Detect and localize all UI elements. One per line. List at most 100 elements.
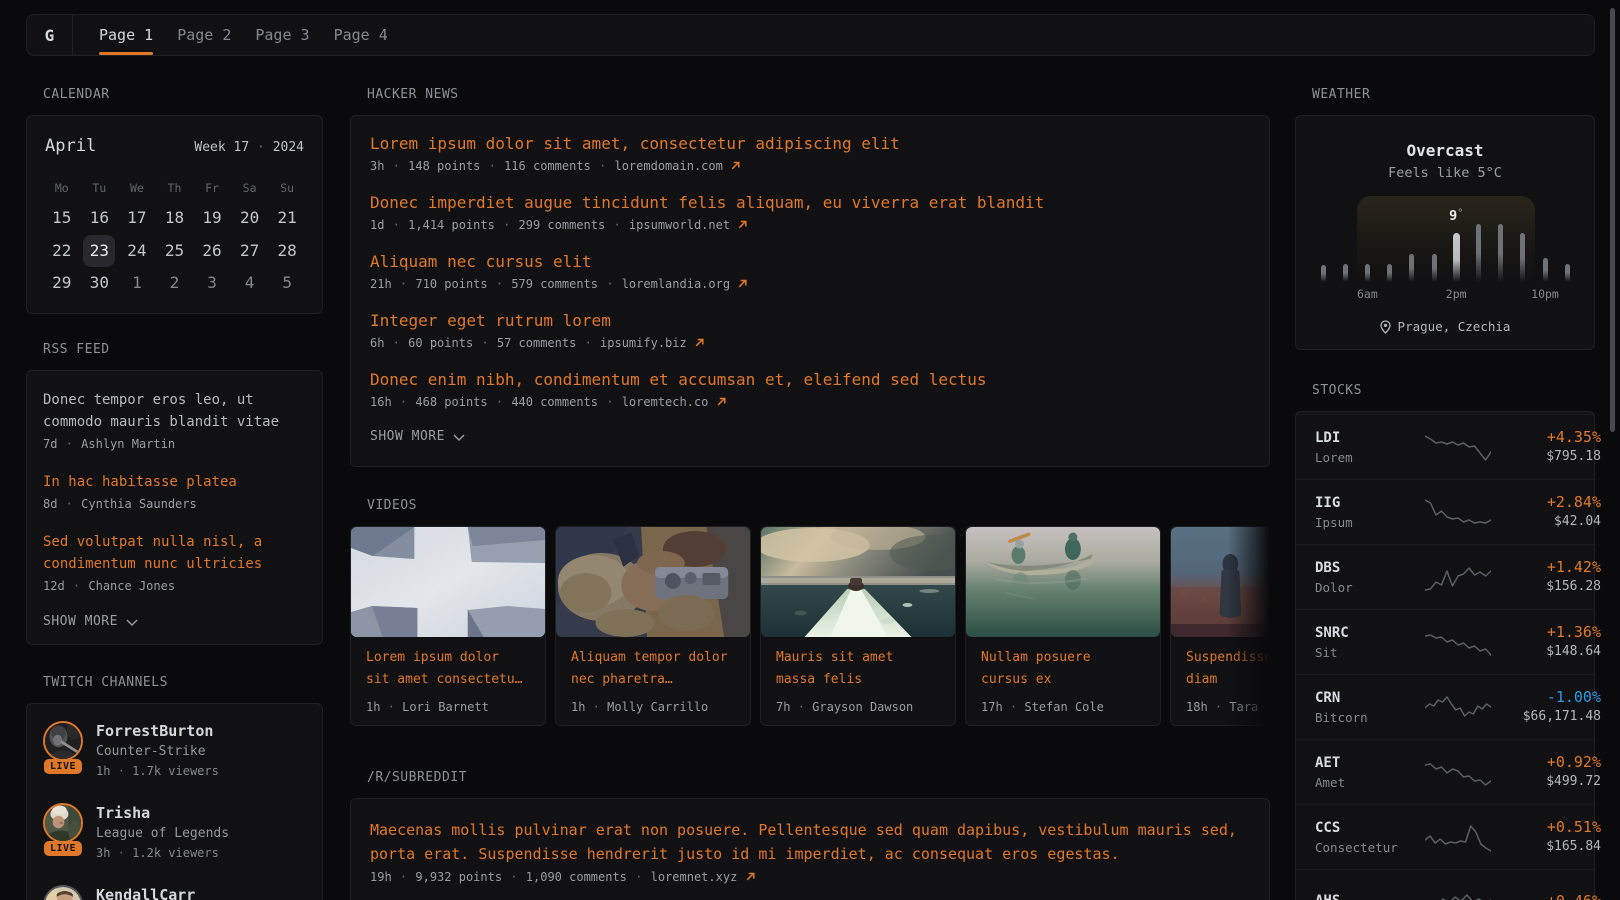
stock-symbol[interactable]: AHS: [1315, 892, 1425, 900]
nav-tab[interactable]: Page 3: [255, 15, 309, 55]
calendar-day[interactable]: 29: [43, 267, 81, 299]
twitch-channel-category[interactable]: League of Legends: [96, 824, 229, 843]
stock-row[interactable]: AHS +0.46%: [1296, 869, 1594, 900]
calendar-day[interactable]: 16: [81, 202, 119, 234]
rss-item-title[interactable]: Sed volutpat nulla nisl, a condimentum n…: [43, 531, 306, 575]
stock-name: Dolor: [1315, 579, 1425, 596]
twitch-channel-row[interactable]: KendallCarr: [43, 885, 306, 900]
calendar-day[interactable]: 19: [193, 202, 231, 234]
video-thumbnail[interactable]: [966, 527, 1160, 637]
stock-symbol[interactable]: AET: [1315, 754, 1425, 773]
video-card[interactable]: Aliquam tempor dolor nec pharetra… 1h · …: [555, 526, 751, 726]
calendar-day[interactable]: 1: [118, 267, 156, 299]
rss-item-title[interactable]: In hac habitasse platea: [43, 471, 306, 493]
video-title[interactable]: Nullam posuere cursus ex: [981, 647, 1145, 691]
video-thumbnail[interactable]: [761, 527, 955, 637]
twitch-channel-name[interactable]: Trisha: [96, 803, 229, 823]
calendar-day[interactable]: 3: [193, 267, 231, 299]
video-card[interactable]: Lorem ipsum dolor sit amet consectetu… 1…: [350, 526, 546, 726]
separator-dot: ·: [110, 764, 132, 778]
video-card[interactable]: Mauris sit amet massa felis 7h · Grayson…: [760, 526, 956, 726]
weather-hour-label: 2pm: [1446, 287, 1467, 301]
stock-row[interactable]: CCS Consectetur +0.51% $165.84: [1296, 804, 1594, 869]
stock-symbol[interactable]: SNRC: [1315, 624, 1425, 643]
stock-symbol[interactable]: LDI: [1315, 429, 1425, 448]
twitch-channel-category[interactable]: Counter-Strike: [96, 742, 219, 761]
twitch-channel-name[interactable]: KendallCarr: [96, 885, 195, 900]
stock-symbol[interactable]: IIG: [1315, 494, 1425, 513]
video-title[interactable]: Mauris sit amet massa felis: [776, 647, 940, 691]
calendar-day[interactable]: 20: [231, 202, 269, 234]
calendar-day[interactable]: 22: [43, 235, 81, 267]
rss-item-title[interactable]: Donec tempor eros leo, ut commodo mauris…: [43, 389, 306, 433]
calendar-weekday: Th: [156, 180, 194, 196]
rss-show-more-button[interactable]: SHOW MORE: [43, 613, 306, 631]
video-thumbnail[interactable]: [351, 527, 545, 637]
left-column: CALENDAR April Week 17 · 2024 MoTuWeThFr…: [26, 87, 323, 900]
calendar-day[interactable]: 28: [268, 235, 306, 267]
stock-row[interactable]: IIG Ipsum +2.84% $42.04: [1296, 479, 1594, 544]
separator-dot: ·: [598, 395, 622, 409]
stock-symbol[interactable]: CCS: [1315, 819, 1425, 838]
twitch-channel-row[interactable]: LIVE Trisha League of Legends 3h · 1.2k …: [43, 803, 306, 862]
hackernews-item-title[interactable]: Donec imperdiet augue tincidunt felis al…: [370, 192, 1250, 214]
calendar-day[interactable]: 27: [231, 235, 269, 267]
stock-symbol[interactable]: DBS: [1315, 559, 1425, 578]
nav-tab[interactable]: Page 4: [334, 15, 388, 55]
video-title[interactable]: Suspendisse sagittis diam: [1186, 647, 1270, 691]
video-title[interactable]: Lorem ipsum dolor sit amet consectetu…: [366, 647, 530, 691]
calendar-day[interactable]: 15: [43, 202, 81, 234]
calendar-day[interactable]: 25: [156, 235, 194, 267]
hackernews-item-title[interactable]: Lorem ipsum dolor sit amet, consectetur …: [370, 133, 1250, 155]
calendar-day[interactable]: 21: [268, 202, 306, 234]
nav-tab[interactable]: Page 2: [177, 15, 231, 55]
video-thumbnail[interactable]: [556, 527, 750, 637]
calendar-weekday: We: [118, 180, 156, 196]
twitch-channel-name[interactable]: ForrestBurton: [96, 721, 219, 741]
weather-bar: [1476, 224, 1481, 282]
calendar-day[interactable]: 30: [81, 267, 119, 299]
hackernews-item-title[interactable]: Integer eget rutrum lorem: [370, 310, 1250, 332]
stock-row[interactable]: SNRC Sit +1.36% $148.64: [1296, 609, 1594, 674]
video-card[interactable]: Nullam posuere cursus ex 17h · Stefan Co…: [965, 526, 1161, 726]
calendar-day[interactable]: 26: [193, 235, 231, 267]
stock-row[interactable]: LDI Lorem +4.35% $795.18: [1296, 414, 1594, 479]
rss-item: In hac habitasse platea 8d · Cynthia Sau…: [43, 471, 306, 513]
videos-carousel[interactable]: Lorem ipsum dolor sit amet consectetu… 1…: [350, 526, 1270, 726]
stock-change: +0.46%: [1491, 892, 1601, 900]
subreddit-widget-label: /R/SUBREDDIT: [367, 770, 1270, 785]
calendar-day[interactable]: 17: [118, 202, 156, 234]
stock-sparkline: [1425, 432, 1491, 462]
stock-change: +1.36%: [1491, 623, 1601, 642]
calendar-day[interactable]: 18: [156, 202, 194, 234]
calendar-day[interactable]: 4: [231, 267, 269, 299]
hackernews-item-title[interactable]: Donec enim nibh, condimentum et accumsan…: [370, 369, 1250, 391]
app-logo[interactable]: G: [27, 15, 73, 55]
stock-price: $156.28: [1491, 578, 1601, 596]
hackernews-item-meta: 6h · 60 points · 57 comments · ipsumify.…: [370, 334, 1250, 352]
weather-bar: [1321, 265, 1326, 282]
stock-row[interactable]: CRN Bitcorn -1.00% $66,171.48: [1296, 674, 1594, 739]
nav-tab[interactable]: Page 1: [99, 15, 153, 55]
stock-row[interactable]: AET Amet +0.92% $499.72: [1296, 739, 1594, 804]
calendar-day[interactable]: 2: [156, 267, 194, 299]
subreddit-card: Maecenas mollis pulvinar erat non posuer…: [350, 798, 1270, 900]
separator-dot: ·: [392, 870, 416, 884]
video-meta: 7h · Grayson Dawson: [776, 699, 940, 715]
video-thumbnail[interactable]: [1171, 527, 1270, 637]
weather-bar: [1365, 264, 1370, 282]
calendar-day[interactable]: 23: [81, 235, 119, 267]
subreddit-post-title[interactable]: Maecenas mollis pulvinar erat non posuer…: [370, 818, 1250, 866]
video-card[interactable]: Suspendisse sagittis diam 18h · Tara: [1170, 526, 1270, 726]
hackernews-show-more-button[interactable]: SHOW MORE: [370, 428, 1250, 446]
page-scrollbar[interactable]: [1610, 8, 1615, 432]
hackernews-item-title[interactable]: Aliquam nec cursus elit: [370, 251, 1250, 273]
twitch-channel-row[interactable]: LIVE ForrestBurton Counter-Strike 1h · 1…: [43, 721, 306, 780]
weather-location[interactable]: Prague, Czechia: [1296, 318, 1594, 335]
calendar-day[interactable]: 24: [118, 235, 156, 267]
video-title[interactable]: Aliquam tempor dolor nec pharetra…: [571, 647, 735, 691]
calendar-weekday: Sa: [231, 180, 269, 196]
calendar-day[interactable]: 5: [268, 267, 306, 299]
stock-row[interactable]: DBS Dolor +1.42% $156.28: [1296, 544, 1594, 609]
stock-symbol[interactable]: CRN: [1315, 689, 1425, 708]
